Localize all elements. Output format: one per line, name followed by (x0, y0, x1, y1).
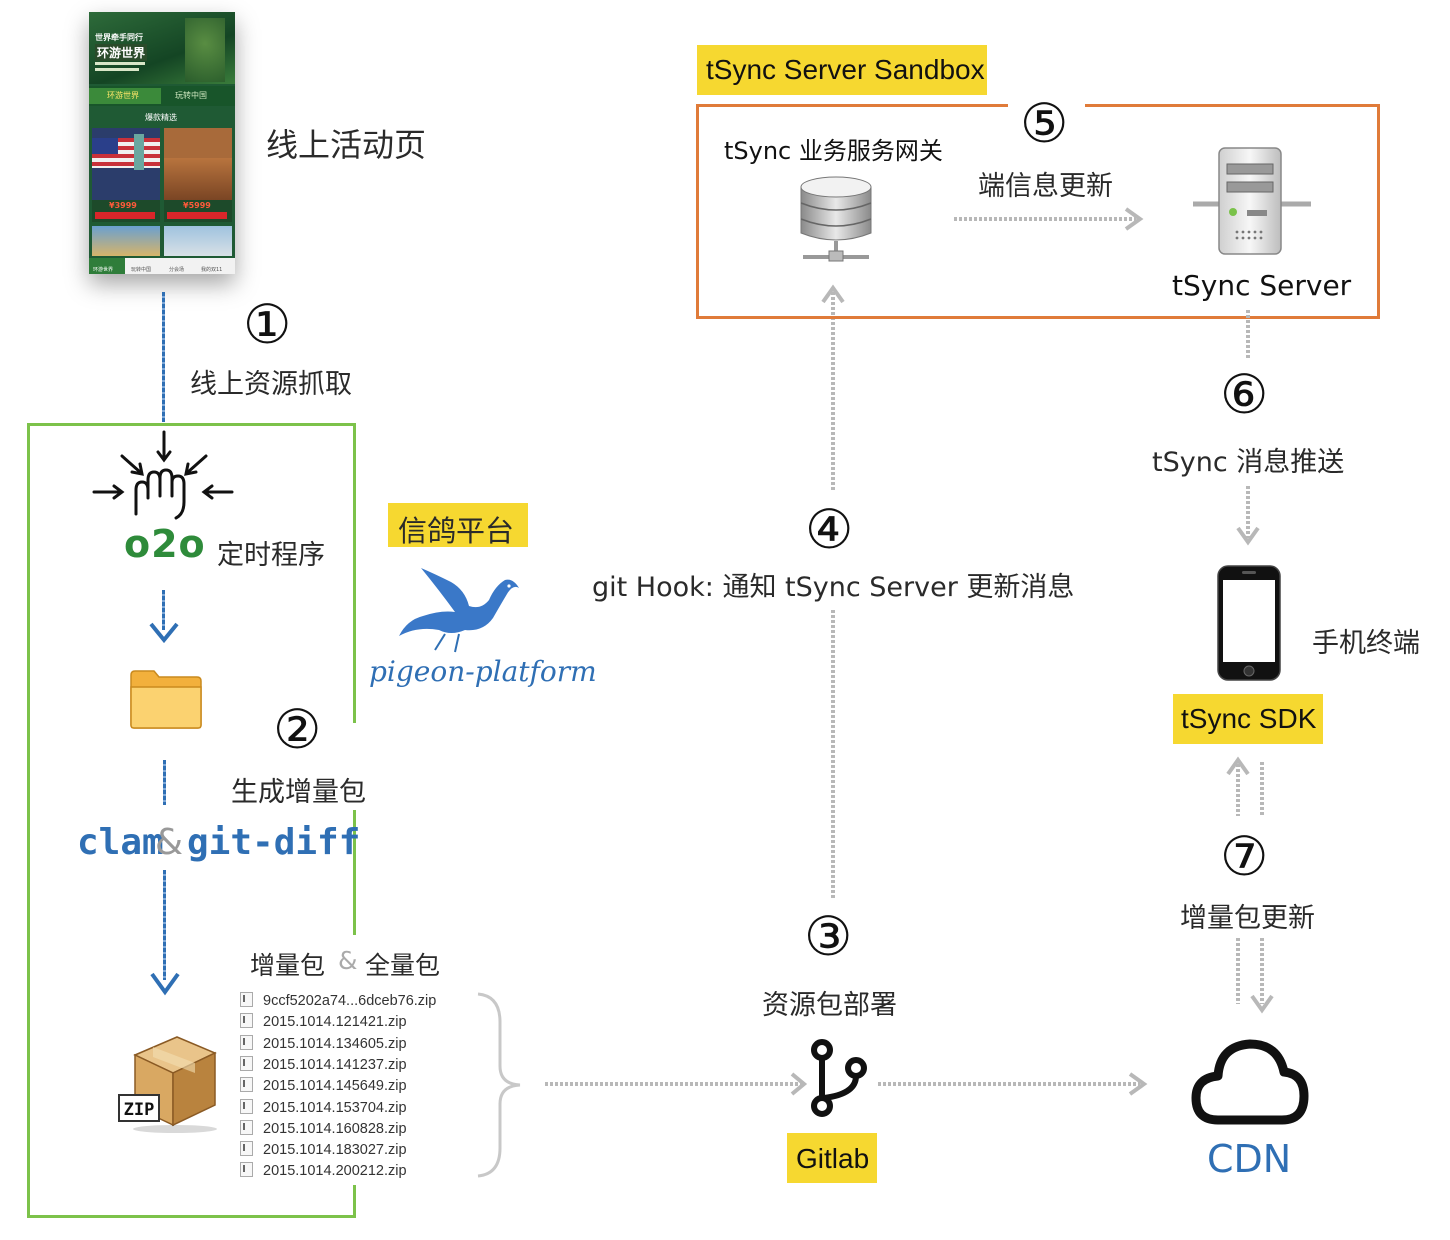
step5-number: ⑤ (1020, 92, 1069, 155)
arrow-head-icon (150, 972, 180, 996)
step2-label: 生成增量包 (231, 777, 366, 808)
phone-label: 手机终端 (1312, 628, 1420, 659)
step6-number: ⑥ (1220, 363, 1269, 426)
file-item: 2015.1014.141237.zip (240, 1055, 407, 1073)
zip-box-icon: ZIP (118, 1036, 217, 1133)
file-name: 2015.1014.200212.zip (263, 1163, 407, 1180)
clam-label: clam (77, 822, 164, 863)
build-frame-right-top (353, 423, 356, 723)
flow-line-clam-zip (163, 870, 166, 980)
file-name: 2015.1014.121421.zip (263, 1014, 407, 1031)
crawl-hand-icon (92, 430, 234, 520)
folder-icon (130, 670, 202, 729)
server-icon (1193, 147, 1311, 255)
cdn-label: CDN (1207, 1137, 1292, 1181)
sdk-label: tSync SDK (1173, 694, 1323, 744)
file-name: 2015.1014.141237.zip (263, 1056, 407, 1073)
full-label: 全量包 (365, 951, 441, 980)
step6-label: tSync 消息推送 (1152, 447, 1345, 478)
incremental-label: 增量包 (250, 951, 326, 980)
banner-line: 世界牵手同行 (95, 33, 143, 42)
file-item: 9ccf5202a74...6dceb76.zip (240, 992, 436, 1009)
file-item: 2015.1014.183027.zip (240, 1141, 407, 1158)
file-name: 2015.1014.134605.zip (263, 1035, 407, 1052)
zip-file-icon (240, 1055, 253, 1071)
step1-label: 线上资源抓取 (190, 369, 352, 400)
zip-file-icon (240, 992, 253, 1007)
file-item: 2015.1014.153704.zip (240, 1098, 407, 1116)
step3-label: 资源包部署 (762, 990, 897, 1021)
gitdiff-label: git-diff (187, 822, 361, 863)
gateway-label: tSync 业务服务网关 (724, 137, 943, 165)
build-frame-bottom (27, 1215, 355, 1218)
step1-number: ① (243, 293, 292, 356)
clam-ampersand: & (155, 822, 184, 863)
zip-file-icon (240, 1098, 253, 1114)
screenshot-price-2: ¥5999 (183, 201, 211, 210)
file-item: 2015.1014.160828.zip (240, 1119, 407, 1137)
file-name: 9ccf5202a74...6dceb76.zip (263, 993, 437, 1009)
file-item: 2015.1014.134605.zip (240, 1034, 407, 1052)
screenshot-tab-1: 环游世界 (107, 91, 139, 100)
file-name: 2015.1014.153704.zip (263, 1099, 407, 1116)
screenshot-nav-2: 玩转中国 (131, 267, 152, 273)
screenshot-tab-2: 玩转中国 (175, 91, 207, 100)
step4-label: git Hook: 通知 tSync Server 更新消息 (592, 572, 1075, 603)
step5-label: 端信息更新 (978, 171, 1113, 202)
screenshot-nav-4: 我的双11 (201, 267, 223, 273)
database-server-icon (800, 176, 872, 262)
file-item: 2015.1014.121421.zip (240, 1013, 407, 1030)
screenshot-nav-3: 分会场 (169, 267, 185, 273)
brace-icon (477, 992, 521, 1178)
cloud-icon (1191, 1039, 1309, 1125)
gitlab-label: Gitlab (787, 1133, 877, 1183)
screenshot-section: 爆款精选 (145, 113, 177, 122)
step3-number: ③ (804, 905, 853, 968)
scheduler-label: 定时程序 (217, 540, 325, 571)
phone-icon (1217, 565, 1281, 681)
activity-page-screenshot: 世界牵手同行 环游世界 环游世界 玩转中国 爆款精选 ¥3999 ¥5999 环… (89, 12, 235, 274)
step4-number: ④ (805, 498, 854, 561)
build-frame-top (27, 423, 353, 426)
file-name: 2015.1014.160828.zip (263, 1120, 407, 1137)
pigeon-icon (399, 568, 519, 653)
svg-text:ZIP: ZIP (124, 1100, 155, 1120)
file-name: 2015.1014.183027.zip (263, 1142, 407, 1159)
online-page-label: 线上活动页 (266, 126, 427, 164)
screenshot-nav-1: 环游世界 (93, 267, 114, 273)
flow-line-update (954, 207, 1144, 231)
sandbox-frame-top-left (696, 104, 1008, 107)
pigeon-platform-logo: pigeon-platform (369, 655, 597, 688)
flow-line-push (1236, 310, 1260, 546)
zip-file-icon (240, 1141, 253, 1157)
git-branch-icon (811, 1039, 867, 1117)
flow-line-folder-clam (163, 760, 166, 805)
o2o-logo: o2o (124, 522, 206, 566)
flow-line-step1 (162, 292, 165, 422)
file-item: 2015.1014.200212.zip (240, 1162, 407, 1179)
sandbox-frame-top-right (1085, 104, 1377, 107)
pigeon-platform-label: 信鸽平台 (388, 503, 528, 548)
banner-title: 环游世界 (95, 44, 148, 61)
step7-number: ⑦ (1220, 825, 1269, 888)
server-label: tSync Server (1172, 269, 1352, 302)
build-frame-left (27, 423, 30, 1218)
screenshot-price-1: ¥3999 (109, 201, 137, 210)
file-item: 2015.1014.145649.zip (240, 1077, 407, 1094)
zip-file-icon (240, 1119, 253, 1135)
step7-label: 增量包更新 (1180, 903, 1315, 934)
step2-number: ② (273, 698, 322, 761)
build-frame-right-bottom (353, 1185, 356, 1218)
zip-file-icon (240, 1034, 253, 1050)
zip-file-icon (240, 1013, 253, 1029)
incremental-ampersand: & (338, 946, 358, 975)
zip-file-icon (240, 1077, 253, 1093)
zip-file-icon (240, 1162, 253, 1178)
sandbox-title: tSync Server Sandbox (697, 45, 987, 95)
arrow-head-icon (149, 622, 179, 644)
file-name: 2015.1014.145649.zip (263, 1078, 407, 1095)
